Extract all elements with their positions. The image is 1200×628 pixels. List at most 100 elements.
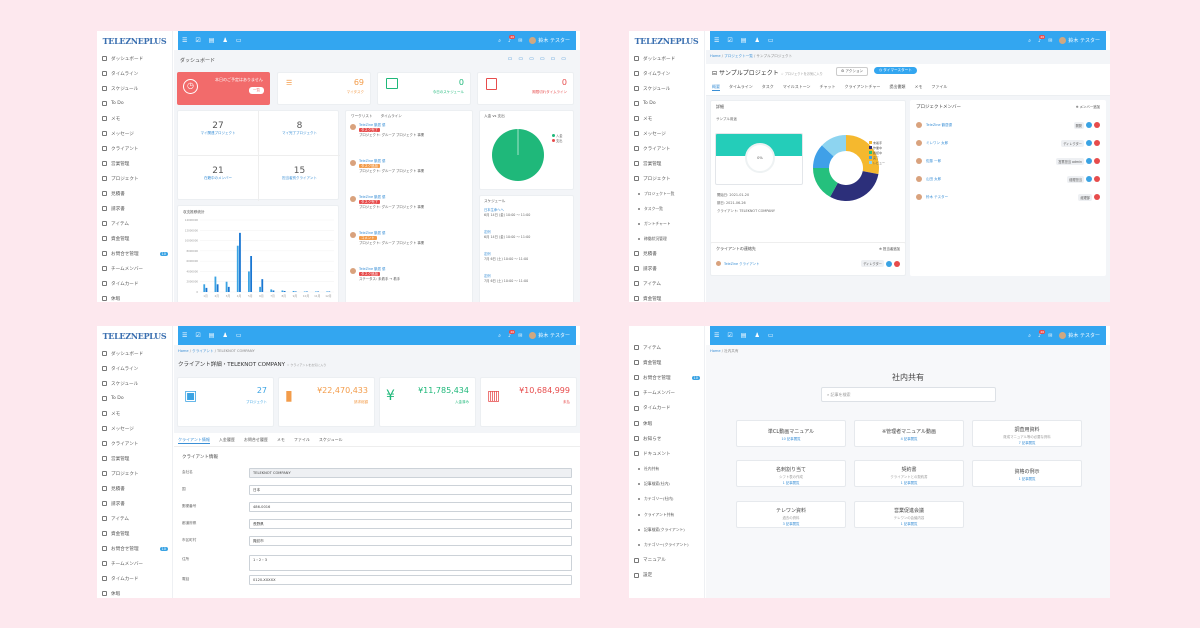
card-count[interactable]: 1 記事閲覧: [855, 521, 963, 526]
sidebar-item[interactable]: ダッシュボード: [97, 346, 172, 361]
team-icon[interactable]: ♟: [754, 332, 759, 339]
calendar-icon[interactable]: ▤: [741, 332, 747, 339]
team-icon[interactable]: ♟: [222, 37, 227, 44]
delete-icon[interactable]: [1094, 122, 1100, 128]
field-input[interactable]: 長野県: [249, 519, 572, 529]
card-count[interactable]: 10 記事閲覧: [737, 436, 845, 441]
category-card[interactable]: 契約書 クライアントとの契約書 1 記事閲覧: [854, 460, 964, 487]
client-stat-card[interactable]: ▮ ¥22,470,433 請求総額: [278, 377, 375, 427]
sidebar-item[interactable]: 休暇: [629, 416, 704, 431]
timer-button[interactable]: ◷ タイマースタート: [874, 67, 917, 74]
tab-item[interactable]: クライアント情報: [178, 437, 210, 444]
sidebar-item[interactable]: タイムライン: [97, 66, 172, 81]
sidebar-item[interactable]: チームメンバー: [97, 261, 172, 276]
member-name[interactable]: 鈴木 テスター: [926, 195, 948, 200]
sidebar-item[interactable]: プロジェクト一覧: [629, 186, 704, 201]
add-member-button[interactable]: ⊕ メンバー追加: [1076, 104, 1100, 109]
card-count[interactable]: 1 記事閲覧: [855, 480, 963, 485]
add-contact-button[interactable]: ⊕ 担当者追加: [879, 246, 900, 251]
sidebar-item[interactable]: 稼働状況管理: [629, 231, 704, 246]
member-name[interactable]: ミレワン 太郎: [926, 141, 948, 146]
contact-name[interactable]: TeleZine クライアント: [724, 261, 759, 266]
tab-item[interactable]: ファイル: [931, 84, 947, 91]
timeline-item[interactable]: TeleZine 鶴居 優タスク完了 プロジェクト: グループ プロジェクト 事業: [350, 195, 468, 231]
card-count[interactable]: 3 記事閲覧: [737, 521, 845, 526]
tab-item[interactable]: クライアントチャー: [845, 84, 881, 91]
sidebar-item[interactable]: 記事検索(社内): [629, 477, 704, 492]
sidebar-item[interactable]: ダッシュボード: [629, 51, 704, 66]
tab-item[interactable]: 概要: [712, 84, 720, 91]
sidebar-item[interactable]: アイテム: [97, 216, 172, 231]
team-icon[interactable]: ♟: [754, 37, 759, 44]
sidebar-item[interactable]: タイムカード: [97, 571, 172, 586]
sidebar-item[interactable]: クライアント: [97, 141, 172, 156]
tab-item[interactable]: マイルストーン: [783, 84, 811, 91]
category-card[interactable]: 資格の例示 1 記事閲覧: [972, 460, 1082, 487]
sidebar-item[interactable]: スケジュール: [97, 376, 172, 391]
sidebar-item[interactable]: チームメンバー: [97, 556, 172, 571]
sidebar-item[interactable]: チームメンバー: [629, 386, 704, 401]
sidebar-item[interactable]: クライアント: [97, 436, 172, 451]
delete-icon[interactable]: [1094, 176, 1100, 182]
tab-item[interactable]: ファイル: [294, 437, 310, 444]
breadcrumb-projects[interactable]: プロジェクト一覧: [724, 54, 753, 58]
user-menu[interactable]: 鈴木 テスター: [1059, 37, 1100, 44]
fav-link[interactable]: ☆ プロジェクトをお気に入り: [781, 72, 823, 76]
timeline-item[interactable]: TeleZine 鶴居 優タスク追加 プロジェクト: グループ プロジェクト 事業: [350, 159, 468, 195]
sidebar-item[interactable]: カテゴリー(社内): [629, 492, 704, 507]
sidebar-item[interactable]: クライアント: [629, 141, 704, 156]
sidebar-item[interactable]: ダッシュボード: [97, 51, 172, 66]
sidebar-item[interactable]: To Do: [97, 96, 172, 111]
field-input[interactable]: 486-0016: [249, 502, 572, 512]
stat-members[interactable]: 21 在籍中のメンバー: [178, 156, 259, 201]
sidebar-item[interactable]: To Do: [629, 96, 704, 111]
breadcrumb-home[interactable]: Home: [178, 349, 189, 353]
sidebar-item[interactable]: お問合せ管理 10: [629, 370, 704, 385]
tab-item[interactable]: 入金履歴: [219, 437, 235, 444]
sidebar-item[interactable]: お知らせ: [629, 431, 704, 446]
sidebar-item[interactable]: 見積書: [97, 186, 172, 201]
delete-icon[interactable]: [1094, 158, 1100, 164]
category-card[interactable]: 営業促進会議 テレワンの会議内容 1 記事閲覧: [854, 501, 964, 528]
tab-timeline[interactable]: タイムライン: [381, 114, 402, 119]
menu-icon[interactable]: ☰: [714, 37, 719, 44]
delete-icon[interactable]: [894, 260, 900, 267]
sidebar-item[interactable]: クライアント共有: [629, 507, 704, 522]
menu-icon[interactable]: ☰: [714, 332, 719, 339]
timeline-item[interactable]: TeleZine 鶴居 優コメント プロジェクト: グループ プロジェクト 事業: [350, 231, 468, 267]
sidebar-item[interactable]: スケジュール: [97, 81, 172, 96]
alert-button[interactable]: 一覧: [249, 87, 264, 94]
calendar-icon[interactable]: ▤: [209, 37, 215, 44]
delete-icon[interactable]: [1094, 194, 1100, 200]
timeline-item[interactable]: TeleZine 鶴居 優タスク完了 プロジェクト: グループ プロジェクト 事業: [350, 123, 468, 159]
search-input[interactable]: ⌕ 記事を検索: [821, 387, 996, 402]
mail-icon[interactable]: ✉: [1048, 333, 1052, 339]
stat-my-done[interactable]: 8 マイ完了プロジェクト: [259, 111, 340, 156]
dashboard-widget-icons[interactable]: ▭▭▭▭▭▭: [508, 56, 572, 62]
breadcrumb-clients[interactable]: クライアント: [192, 349, 213, 353]
edit-icon[interactable]: [886, 260, 892, 267]
search-icon[interactable]: ⌕: [498, 38, 501, 44]
sidebar-item[interactable]: スケジュール: [629, 81, 704, 96]
late-card[interactable]: 0 期限切れタイムライン: [477, 72, 574, 105]
menu-icon[interactable]: ☰: [182, 37, 187, 44]
check-icon[interactable]: ☑: [727, 37, 732, 44]
field-input[interactable]: TELEKNOT COMPANY: [249, 468, 572, 478]
bell-icon[interactable]: ♪ 26: [508, 329, 516, 339]
sidebar-item[interactable]: 休暇: [97, 586, 172, 598]
sidebar-item[interactable]: 設定: [629, 568, 704, 583]
chat-icon[interactable]: [1086, 158, 1092, 164]
sidebar-item[interactable]: 社内共有: [629, 462, 704, 477]
card-count[interactable]: 4 記事閲覧: [855, 436, 963, 441]
sidebar-item[interactable]: タイムカード: [629, 401, 704, 416]
sidebar-item[interactable]: メッセージ: [97, 421, 172, 436]
menu-icon[interactable]: ☰: [182, 332, 187, 339]
events-card[interactable]: 0 今日のスケジュール: [377, 72, 471, 105]
schedule-item[interactable]: 定例 6月 14日 (金) 10:00 ～ 11:00: [484, 230, 569, 252]
monitor-icon[interactable]: ▭: [768, 37, 774, 44]
calendar-icon[interactable]: ▤: [741, 37, 747, 44]
client-stat-card[interactable]: ▣ 27 プロジェクト: [177, 377, 274, 427]
bell-icon[interactable]: ♪ 26: [1038, 329, 1046, 339]
check-icon[interactable]: ☑: [727, 332, 732, 339]
stat-my-projects[interactable]: 27 マイ関連プロジェクト: [178, 111, 259, 156]
